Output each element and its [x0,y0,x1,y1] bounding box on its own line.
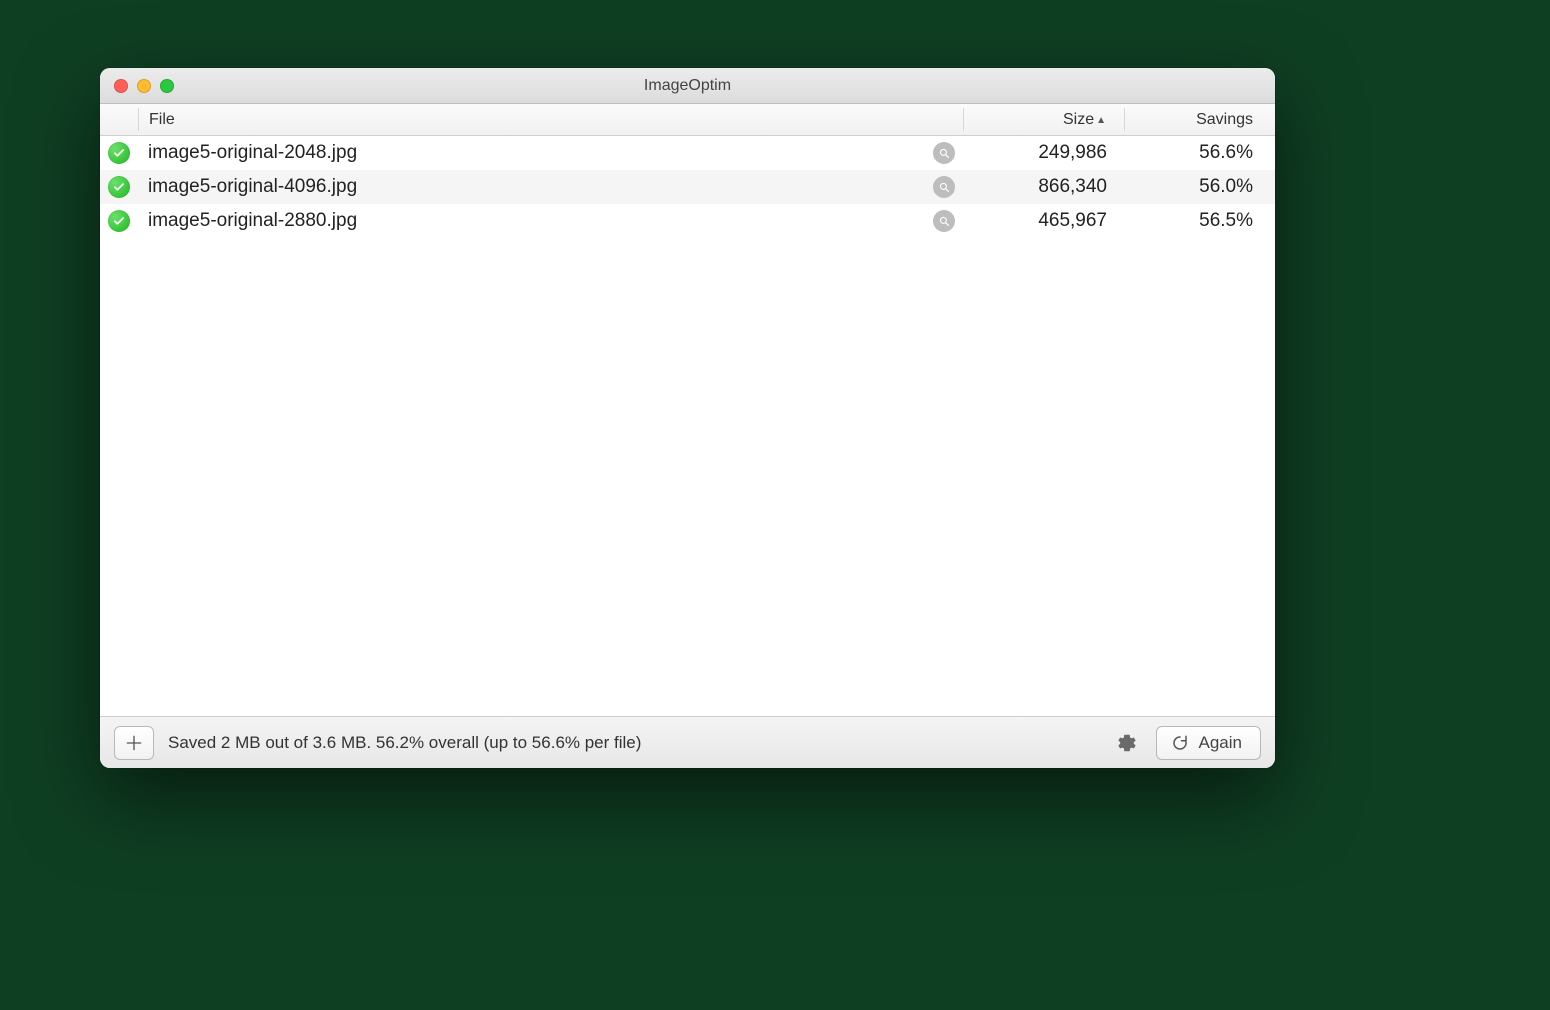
file-cell: image5-original-4096.jpg [138,176,965,198]
sort-ascending-icon: ▲ [1096,116,1106,126]
table-row[interactable]: image5-original-2880.jpg 465,96756.5% [100,204,1275,238]
status-cell [100,210,138,232]
file-cell: image5-original-2048.jpg [138,142,965,164]
table-row-empty [100,408,1275,442]
table-row[interactable]: image5-original-2048.jpg 249,98656.6% [100,136,1275,170]
checkmark-icon [108,142,130,164]
file-name: image5-original-2880.jpg [148,210,925,232]
table-row-empty [100,578,1275,612]
table-row-empty [100,238,1275,272]
column-header-savings[interactable]: Savings [1125,104,1275,135]
size-cell: 465,967 [965,210,1125,232]
app-window: ImageOptim File Size ▲ Savings image5-or… [100,68,1275,768]
column-header-size-label: Size [1063,111,1094,129]
window-title: ImageOptim [100,77,1275,95]
refresh-icon [1171,734,1189,752]
table-row[interactable]: image5-original-4096.jpg 866,34056.0% [100,170,1275,204]
minimize-window-button[interactable] [137,79,151,93]
quicklook-button[interactable] [933,210,955,232]
table-row-empty [100,306,1275,340]
status-text: Saved 2 MB out of 3.6 MB. 56.2% overall … [168,733,1098,753]
again-button[interactable]: Again [1156,726,1261,760]
file-name: image5-original-4096.jpg [148,176,925,198]
savings-cell: 56.6% [1125,142,1275,164]
again-button-label: Again [1199,733,1242,753]
footer-toolbar: Saved 2 MB out of 3.6 MB. 56.2% overall … [100,716,1275,768]
savings-cell: 56.0% [1125,176,1275,198]
column-header-savings-label: Savings [1196,111,1253,129]
checkmark-icon [108,210,130,232]
table-row-empty [100,442,1275,476]
quicklook-button[interactable] [933,176,955,198]
add-files-button[interactable] [114,726,154,760]
titlebar: ImageOptim [100,68,1275,104]
table-row-empty [100,272,1275,306]
table-row-empty [100,476,1275,510]
file-name: image5-original-2048.jpg [148,142,925,164]
zoom-window-button[interactable] [160,79,174,93]
table-row-empty [100,646,1275,680]
status-cell [100,176,138,198]
quicklook-button[interactable] [933,142,955,164]
savings-cell: 56.5% [1125,210,1275,232]
table-row-empty [100,612,1275,646]
table-header: File Size ▲ Savings [100,104,1275,136]
size-cell: 249,986 [965,142,1125,164]
column-header-file[interactable]: File [139,104,963,135]
table-row-empty [100,510,1275,544]
plus-icon [124,733,144,753]
table-row-empty [100,544,1275,578]
gear-icon [1116,732,1138,754]
file-table: image5-original-2048.jpg249,98656.6%imag… [100,136,1275,716]
table-row-empty [100,340,1275,374]
column-header-status[interactable] [100,104,138,135]
size-cell: 866,340 [965,176,1125,198]
window-controls [114,79,174,93]
close-window-button[interactable] [114,79,128,93]
checkmark-icon [108,176,130,198]
status-cell [100,142,138,164]
table-row-empty [100,374,1275,408]
column-header-file-label: File [149,111,175,129]
preferences-button[interactable] [1112,728,1142,758]
table-row-empty [100,680,1275,714]
file-cell: image5-original-2880.jpg [138,210,965,232]
column-header-size[interactable]: Size ▲ [964,104,1124,135]
